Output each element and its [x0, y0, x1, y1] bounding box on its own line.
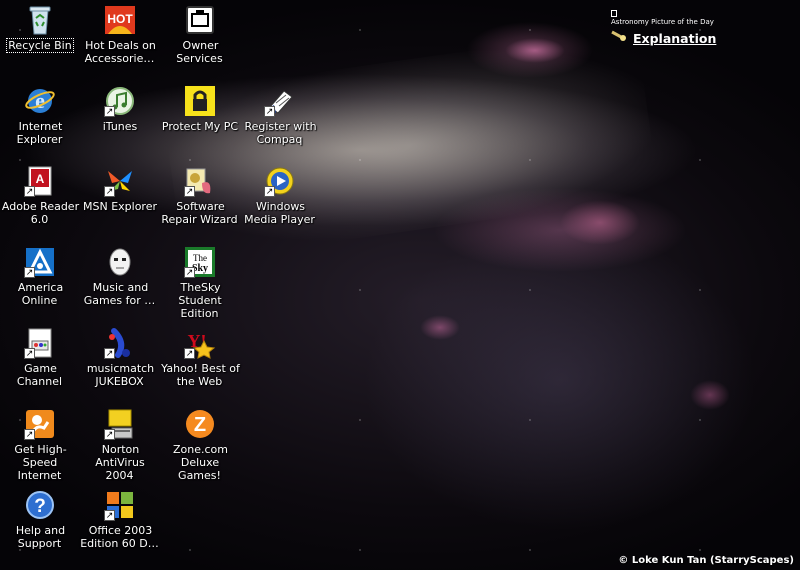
- yahoo-icon: Y! ↗: [184, 327, 216, 359]
- svg-text:e: e: [35, 88, 45, 113]
- shortcut-arrow-icon: ↗: [24, 348, 35, 359]
- svg-text:HOT: HOT: [107, 12, 133, 26]
- desktop-icon-protect-my-pc[interactable]: Protect My PC: [160, 83, 240, 163]
- icon-label: Music and Games for …: [83, 281, 156, 307]
- apod-caption: [611, 10, 716, 17]
- svg-text:?: ?: [34, 496, 46, 517]
- zone-icon: Z: [184, 408, 216, 440]
- icon-label: Protect My PC: [161, 120, 239, 133]
- high-speed-internet-icon: ↗: [24, 408, 56, 440]
- icon-label: Register with Compaq: [244, 120, 317, 146]
- repair-wizard-icon: ↗: [184, 165, 216, 197]
- desktop-background[interactable]: Recycle Bin e Internet Explorer A ↗ Adob…: [0, 0, 800, 570]
- desktop-icon-software-repair-wizard[interactable]: ↗ Software Repair Wizard: [160, 163, 240, 243]
- desktop-icon-register-compaq[interactable]: ↗ Register with Compaq: [240, 83, 320, 163]
- explanation-link[interactable]: Explanation: [633, 31, 716, 46]
- shortcut-arrow-icon: ↗: [104, 429, 115, 440]
- desktop-icon-office-2003[interactable]: ↗ Office 2003 Edition 60 D…: [80, 487, 160, 567]
- desktop-icon-internet-explorer[interactable]: e Internet Explorer: [0, 83, 80, 163]
- desktop-icon-msn-explorer[interactable]: ↗ MSN Explorer: [80, 163, 160, 243]
- desktop-icon-get-high-speed-internet[interactable]: ↗ Get High-Speed Internet: [0, 406, 80, 486]
- icon-label: Adobe Reader 6.0: [1, 200, 80, 226]
- norton-icon: ↗: [104, 408, 136, 440]
- desktop-icon-hot-deals[interactable]: HOT Hot Deals on Accessorie…: [80, 2, 160, 82]
- desktop-icon-music-and-games[interactable]: Music and Games for …: [80, 244, 160, 324]
- hot-deals-icon: HOT: [104, 4, 136, 36]
- register-compaq-icon: ↗: [264, 85, 296, 117]
- internet-explorer-icon: e: [24, 85, 56, 117]
- icon-label: Owner Services: [176, 39, 223, 65]
- shortcut-arrow-icon: ↗: [184, 186, 195, 197]
- aol-icon: ↗: [24, 246, 56, 278]
- icon-label: Office 2003 Edition 60 D…: [80, 524, 159, 550]
- shortcut-arrow-icon: ↗: [104, 186, 115, 197]
- shortcut-arrow-icon: ↗: [104, 510, 115, 521]
- svg-text:The: The: [193, 253, 207, 263]
- musicmatch-icon: ↗: [104, 327, 136, 359]
- adobe-reader-icon: A ↗: [24, 165, 56, 197]
- desktop-icon-owner-services[interactable]: Owner Services: [160, 2, 240, 82]
- icon-label: Internet Explorer: [16, 120, 63, 146]
- shortcut-arrow-icon: ↗: [104, 348, 115, 359]
- icon-label: Recycle Bin: [6, 38, 74, 53]
- lock-icon: [184, 85, 216, 117]
- shortcut-arrow-icon: ↗: [24, 267, 35, 278]
- media-player-icon: ↗: [264, 165, 296, 197]
- icon-label: Software Repair Wizard: [161, 200, 238, 226]
- apod-widget: Astronomy Picture of the Day Explanation: [611, 10, 716, 47]
- game-channel-icon: ↗: [24, 327, 56, 359]
- shortcut-arrow-icon: ↗: [264, 186, 275, 197]
- photo-credit: © Loke Kun Tan (StarryScapes): [618, 555, 794, 566]
- icon-label: Yahoo! Best of the Web: [161, 362, 240, 388]
- owner-services-icon: [184, 4, 216, 36]
- desktop-icon-musicmatch-jukebox[interactable]: ↗ musicmatch JUKEBOX: [80, 325, 160, 405]
- office-icon: ↗: [104, 489, 136, 521]
- desktop-icon-zone-com[interactable]: Z Zone.com Deluxe Games!: [160, 406, 240, 486]
- icon-label: America Online: [17, 281, 64, 307]
- nebula-glow: [690, 380, 730, 410]
- nebula-glow: [420, 315, 460, 340]
- shortcut-arrow-icon: ↗: [104, 106, 115, 117]
- desktop-icon-norton-antivirus[interactable]: ↗ Norton AntiVirus 2004: [80, 406, 160, 486]
- svg-text:Z: Z: [194, 414, 206, 436]
- icon-label: Windows Media Player: [244, 200, 315, 226]
- apod-thumbnail-icon: [611, 10, 617, 17]
- desktop-icon-windows-media-player[interactable]: ↗ Windows Media Player: [240, 163, 320, 243]
- msn-butterfly-icon: ↗: [104, 165, 136, 197]
- nebula-glow: [560, 200, 640, 245]
- desktop-icon-yahoo-best[interactable]: Y! ↗ Yahoo! Best of the Web: [160, 325, 240, 405]
- shortcut-arrow-icon: ↗: [264, 106, 275, 117]
- icon-label: Help and Support: [15, 524, 66, 550]
- desktop-icon-game-channel[interactable]: ↗ Game Channel: [0, 325, 80, 405]
- apod-caption-text: Astronomy Picture of the Day: [611, 18, 714, 26]
- icon-label: musicmatch JUKEBOX: [86, 362, 155, 388]
- icon-label: Zone.com Deluxe Games!: [173, 443, 228, 482]
- comet-icon: [611, 29, 627, 47]
- shortcut-arrow-icon: ↗: [184, 348, 195, 359]
- shortcut-arrow-icon: ↗: [24, 429, 35, 440]
- icon-label: Norton AntiVirus 2004: [95, 443, 145, 482]
- desktop-icon-thesky-student[interactable]: The Sky ↗ TheSky Student Edition: [160, 244, 240, 324]
- thesky-icon: The Sky ↗: [184, 246, 216, 278]
- desktop-icon-itunes[interactable]: ↗ iTunes: [80, 83, 160, 163]
- help-icon: ?: [24, 489, 56, 521]
- desktop-icon-adobe-reader[interactable]: A ↗ Adobe Reader 6.0: [0, 163, 80, 243]
- recycle-bin-icon: [24, 4, 56, 36]
- desktop-icon-america-online[interactable]: ↗ America Online: [0, 244, 80, 324]
- desktop-icon-recycle-bin[interactable]: Recycle Bin: [0, 2, 80, 82]
- nebula-glow: [505, 38, 565, 63]
- itunes-icon: ↗: [104, 85, 136, 117]
- icon-label: TheSky Student Edition: [178, 281, 222, 320]
- icon-label: Hot Deals on Accessorie…: [84, 39, 156, 65]
- icon-label: iTunes: [102, 120, 138, 133]
- shortcut-arrow-icon: ↗: [24, 186, 35, 197]
- music-games-icon: [104, 246, 136, 278]
- shortcut-arrow-icon: ↗: [184, 267, 195, 278]
- icon-label: Game Channel: [16, 362, 63, 388]
- icon-label: Get High-Speed Internet: [14, 443, 67, 482]
- svg-text:A: A: [36, 172, 45, 186]
- icon-label: MSN Explorer: [83, 200, 157, 213]
- desktop-icon-help-and-support[interactable]: ? Help and Support: [0, 487, 80, 567]
